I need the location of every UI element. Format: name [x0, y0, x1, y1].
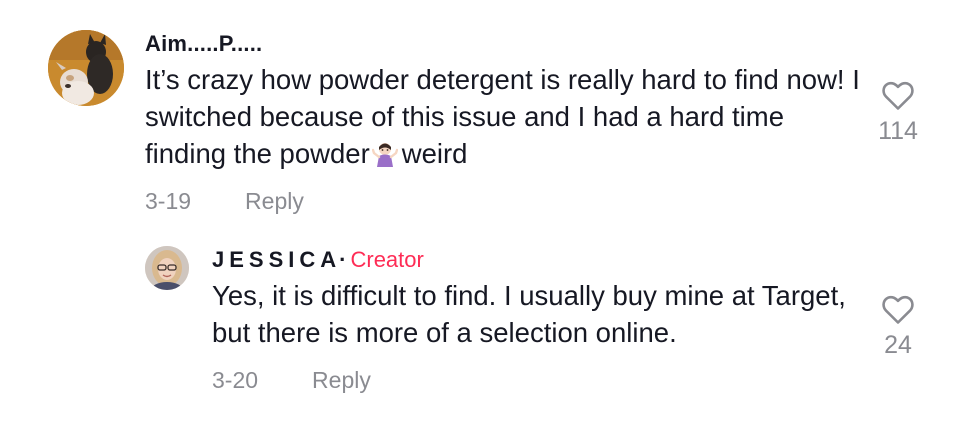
user-avatar-icon	[145, 246, 189, 290]
woman-shrugging-emoji-icon	[371, 139, 398, 167]
avatar[interactable]	[48, 30, 124, 106]
reply-date: 3-20	[212, 367, 259, 393]
comment-text: It’s crazy how powder detergent is reall…	[145, 61, 860, 172]
reply-text: Yes, it is difficult to find. I usually …	[212, 280, 846, 348]
comment-username[interactable]: Aim.....P.....	[145, 30, 928, 58]
avatar[interactable]	[145, 246, 189, 290]
comment: Aim.....P..... It’s crazy how powder det…	[48, 30, 928, 216]
heart-icon[interactable]	[881, 80, 915, 112]
like-count: 114	[878, 117, 918, 145]
reply-username-line: JESSICA· Creator	[212, 246, 928, 274]
creator-badge: Creator	[350, 247, 424, 272]
reply-comment: JESSICA· Creator Yes, it is difficult to …	[145, 246, 928, 395]
comment-content: Aim.....P..... It’s crazy how powder det…	[145, 30, 928, 216]
like-count: 24	[884, 331, 912, 359]
reply-meta: 3-20 Reply	[212, 365, 928, 395]
comment-text-main: It’s crazy how powder detergent is reall…	[145, 64, 860, 169]
heart-icon[interactable]	[881, 294, 915, 326]
reply-button[interactable]: Reply	[245, 186, 304, 216]
comment-text-end: weird	[401, 138, 468, 169]
comment-date: 3-19	[145, 188, 192, 214]
separator-dot: ·	[339, 247, 347, 272]
reply-content: JESSICA· Creator Yes, it is difficult to …	[212, 246, 928, 395]
comment-meta: 3-19 Reply	[145, 186, 928, 216]
like-section: 24	[868, 294, 928, 360]
like-section: 114	[868, 80, 928, 146]
reply-username[interactable]: JESSICA	[212, 247, 341, 272]
dog-avatar-icon	[48, 30, 124, 106]
reply-button[interactable]: Reply	[312, 365, 371, 395]
